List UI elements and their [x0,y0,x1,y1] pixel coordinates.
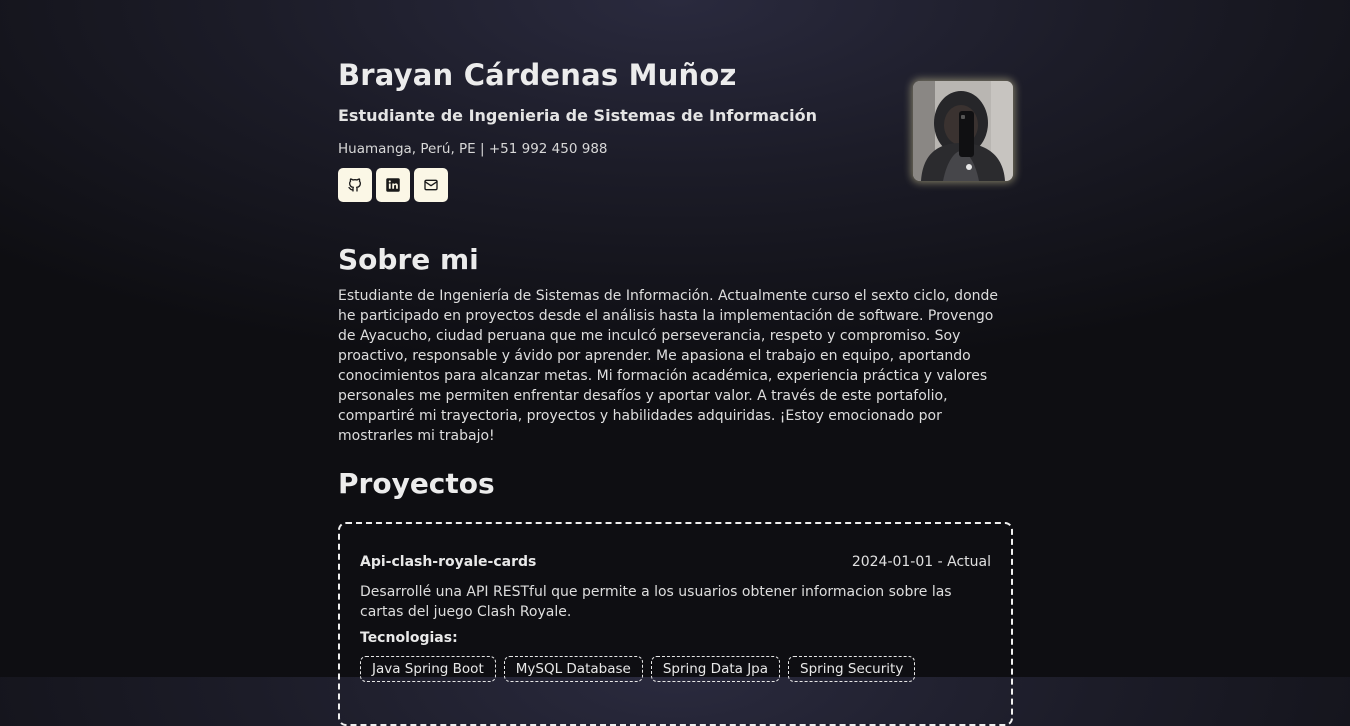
profile-header: Brayan Cárdenas Muñoz Estudiante de Inge… [338,0,1013,215]
tech-tag: Spring Data Jpa [650,656,781,682]
github-icon [348,178,361,192]
avatar [913,81,1013,181]
linkedin-icon [386,178,400,192]
social-links [338,168,448,202]
linkedin-link-button[interactable] [376,168,410,202]
tech-tag: Spring Security [788,656,916,682]
contact-info: Huamanga, Perú, PE | +51 992 450 988 [338,141,608,157]
avatar-photo [913,81,1013,181]
github-link-button[interactable] [338,168,372,202]
profile-subtitle: Estudiante de Ingenieria de Sistemas de … [338,106,818,125]
tech-tag: Java Spring Boot [360,656,496,682]
project-card: Api-clash-royale-cards 2024-01-01 - Actu… [338,522,1013,726]
mail-icon [424,179,438,191]
project-description: Desarrollé una API RESTful que permite a… [360,584,952,620]
about-title: Sobre mi [338,243,479,276]
portfolio-page: Brayan Cárdenas Muñoz Estudiante de Inge… [338,0,1013,726]
profile-name: Brayan Cárdenas Muñoz [338,58,737,92]
technologies-label: Tecnologias: [360,630,458,646]
email-link-button[interactable] [414,168,448,202]
tech-tag: MySQL Database [503,656,643,682]
projects-title: Proyectos [338,467,495,500]
project-name: Api-clash-royale-cards [360,554,537,570]
technology-tags: Java Spring Boot MySQL Database Spring D… [360,656,916,682]
about-text: Estudiante de Ingeniería de Sistemas de … [338,288,999,444]
project-date: 2024-01-01 - Actual [851,554,991,570]
